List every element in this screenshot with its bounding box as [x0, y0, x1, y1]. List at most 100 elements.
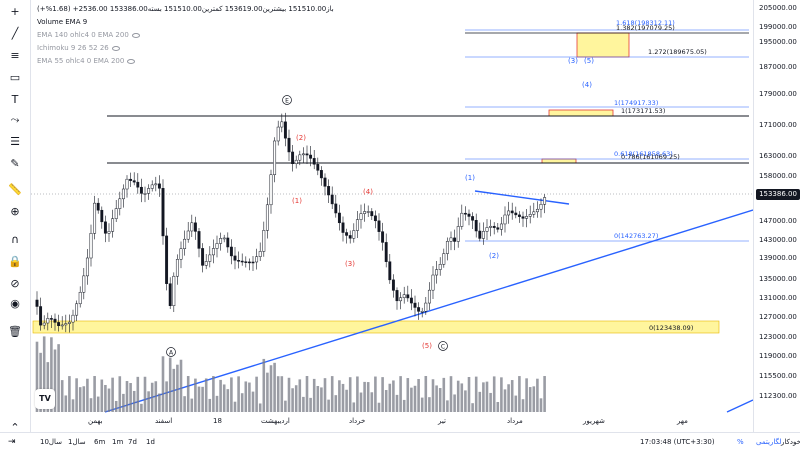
volume-bar [518, 376, 521, 412]
range-button-1d[interactable]: 1d [146, 438, 155, 446]
legend-indicator-ema140[interactable]: EMA 140 ohlc4 0 EMA 200 [37, 29, 334, 42]
text-tool-icon[interactable]: T [6, 92, 24, 108]
circle-label-e-text: E [285, 98, 289, 105]
candle-body [75, 303, 79, 316]
pattern-tool-icon[interactable]: ⤳ [6, 112, 24, 128]
candle-body [60, 324, 64, 327]
lock-icon[interactable]: 🔒 [6, 254, 24, 270]
rectangle-tool-icon[interactable]: ▭ [6, 70, 24, 86]
price-tick: 123000.00 [759, 333, 797, 341]
volume-bar [276, 376, 280, 412]
goto-date-icon[interactable]: ⇥ [8, 437, 16, 447]
wave-label-blue-1: (1) [465, 174, 475, 182]
volume-bar [104, 384, 107, 412]
candle-body [247, 261, 251, 264]
crosshair-icon[interactable]: + [6, 4, 24, 20]
candle-body [258, 251, 262, 257]
volume-bar [287, 377, 291, 412]
volume-bar [521, 399, 525, 412]
percent-toggle[interactable]: % [737, 438, 744, 446]
fib-target-box-low [541, 158, 577, 164]
candle-body [265, 204, 269, 231]
volume-bar [417, 379, 420, 412]
candle-body [463, 212, 467, 215]
wave-label-red-4: (4) [363, 188, 373, 196]
range-button-6m[interactable]: 6m [94, 438, 105, 446]
trash-icon[interactable]: 🗑 [6, 324, 24, 340]
magnet-icon[interactable]: ∩ [6, 232, 24, 248]
volume-bar [96, 396, 100, 412]
price-axis[interactable]: 205000.00 199000.00 195000.00 187000.00 … [753, 0, 800, 432]
candle-body [125, 178, 129, 190]
legend-indicator-ema55[interactable]: EMA 55 ohlc4 0 EMA 200 [37, 55, 334, 68]
time-tick: اسفند [155, 417, 173, 425]
candle-body [460, 212, 464, 227]
volume-bar [446, 400, 449, 412]
volume-bar [212, 376, 215, 412]
volume-bar [435, 385, 438, 412]
candle-body [323, 177, 327, 187]
candle-body [341, 222, 345, 233]
candle-body [420, 311, 424, 313]
legend-ohlc-row: باز151510.00 بیشترین153619.00 کمترین1515… [37, 3, 334, 16]
candle-body [453, 237, 457, 242]
trendline-tool-icon[interactable]: ╱ [6, 26, 24, 42]
volume-bar [251, 391, 255, 412]
volume-bar [471, 403, 474, 412]
volume-bar [284, 400, 287, 412]
fib-label-1272: 1.272(189675.05) [648, 48, 707, 56]
wave-label-red-2: (2) [296, 134, 306, 142]
wave-label-blue-2: (2) [489, 252, 499, 260]
visibility-eye-icon[interactable] [127, 58, 136, 64]
range-button-1m[interactable]: 1m [112, 438, 123, 446]
candle-body [78, 292, 82, 305]
log-toggle[interactable]: لگاریتمی [756, 438, 781, 446]
volume-bar [399, 376, 402, 412]
candle-body [525, 216, 529, 219]
range-button-7d[interactable]: 7d [128, 438, 137, 446]
candle-body [402, 294, 406, 299]
visibility-eye-icon[interactable] [131, 32, 140, 38]
brush-tool-icon[interactable]: ✎ [6, 156, 24, 172]
candle-body [485, 227, 489, 232]
ruler-icon[interactable]: 📏 [6, 182, 24, 198]
wave-label-blue-4: (4) [582, 81, 592, 89]
lock-drawings-icon[interactable]: ⊘ [6, 276, 24, 292]
candle-body [395, 290, 399, 302]
volume-bar [388, 383, 392, 412]
volume-bar [539, 398, 543, 412]
fib-tool-icon[interactable]: ☰ [6, 134, 24, 150]
candle-body [492, 225, 496, 228]
candle-body [474, 220, 478, 232]
candle-body [204, 261, 208, 266]
clock[interactable]: 17:03:48 (UTC+3:30) [640, 438, 715, 446]
time-axis[interactable]: بهمن اسفند 18 اردیبهشت خرداد تیر مرداد ش… [31, 414, 753, 432]
range-button-1y[interactable]: 1سال [68, 438, 86, 446]
auto-toggle[interactable]: خودکار [781, 438, 800, 446]
candle-body [67, 321, 71, 324]
chart-area[interactable]: (2) (1) (3) (4) (5) (1) (2) (3) (4) (5) … [31, 0, 753, 432]
candle-body [330, 194, 334, 205]
volume-bar [543, 376, 546, 412]
candle-body [82, 275, 86, 293]
legend-volume-row[interactable]: Volume EMA 9 [37, 16, 334, 29]
candle-body [172, 275, 176, 306]
volume-bar [294, 385, 298, 412]
price-tick: 199000.00 [759, 23, 797, 31]
candle-body [510, 210, 514, 214]
tradingview-logo[interactable]: TV [35, 389, 55, 409]
candle-body [46, 318, 50, 324]
volume-bar [305, 376, 309, 412]
candle-body [96, 202, 100, 211]
trendline-right-segment [726, 399, 753, 413]
volume-bar [161, 356, 165, 412]
zoom-in-icon[interactable]: ⊕ [6, 204, 24, 220]
horizontal-lines-icon[interactable]: ≡ [6, 48, 24, 64]
eye-icon[interactable]: ◉ [6, 296, 24, 312]
visibility-eye-icon[interactable] [111, 45, 120, 51]
volume-bar [132, 390, 136, 412]
candle-body [287, 137, 291, 153]
range-button-10y[interactable]: 10سال [40, 438, 62, 446]
fib-target-box-high [576, 32, 630, 58]
legend-indicator-ichimoku[interactable]: Ichimoku 9 26 52 26 [37, 42, 334, 55]
